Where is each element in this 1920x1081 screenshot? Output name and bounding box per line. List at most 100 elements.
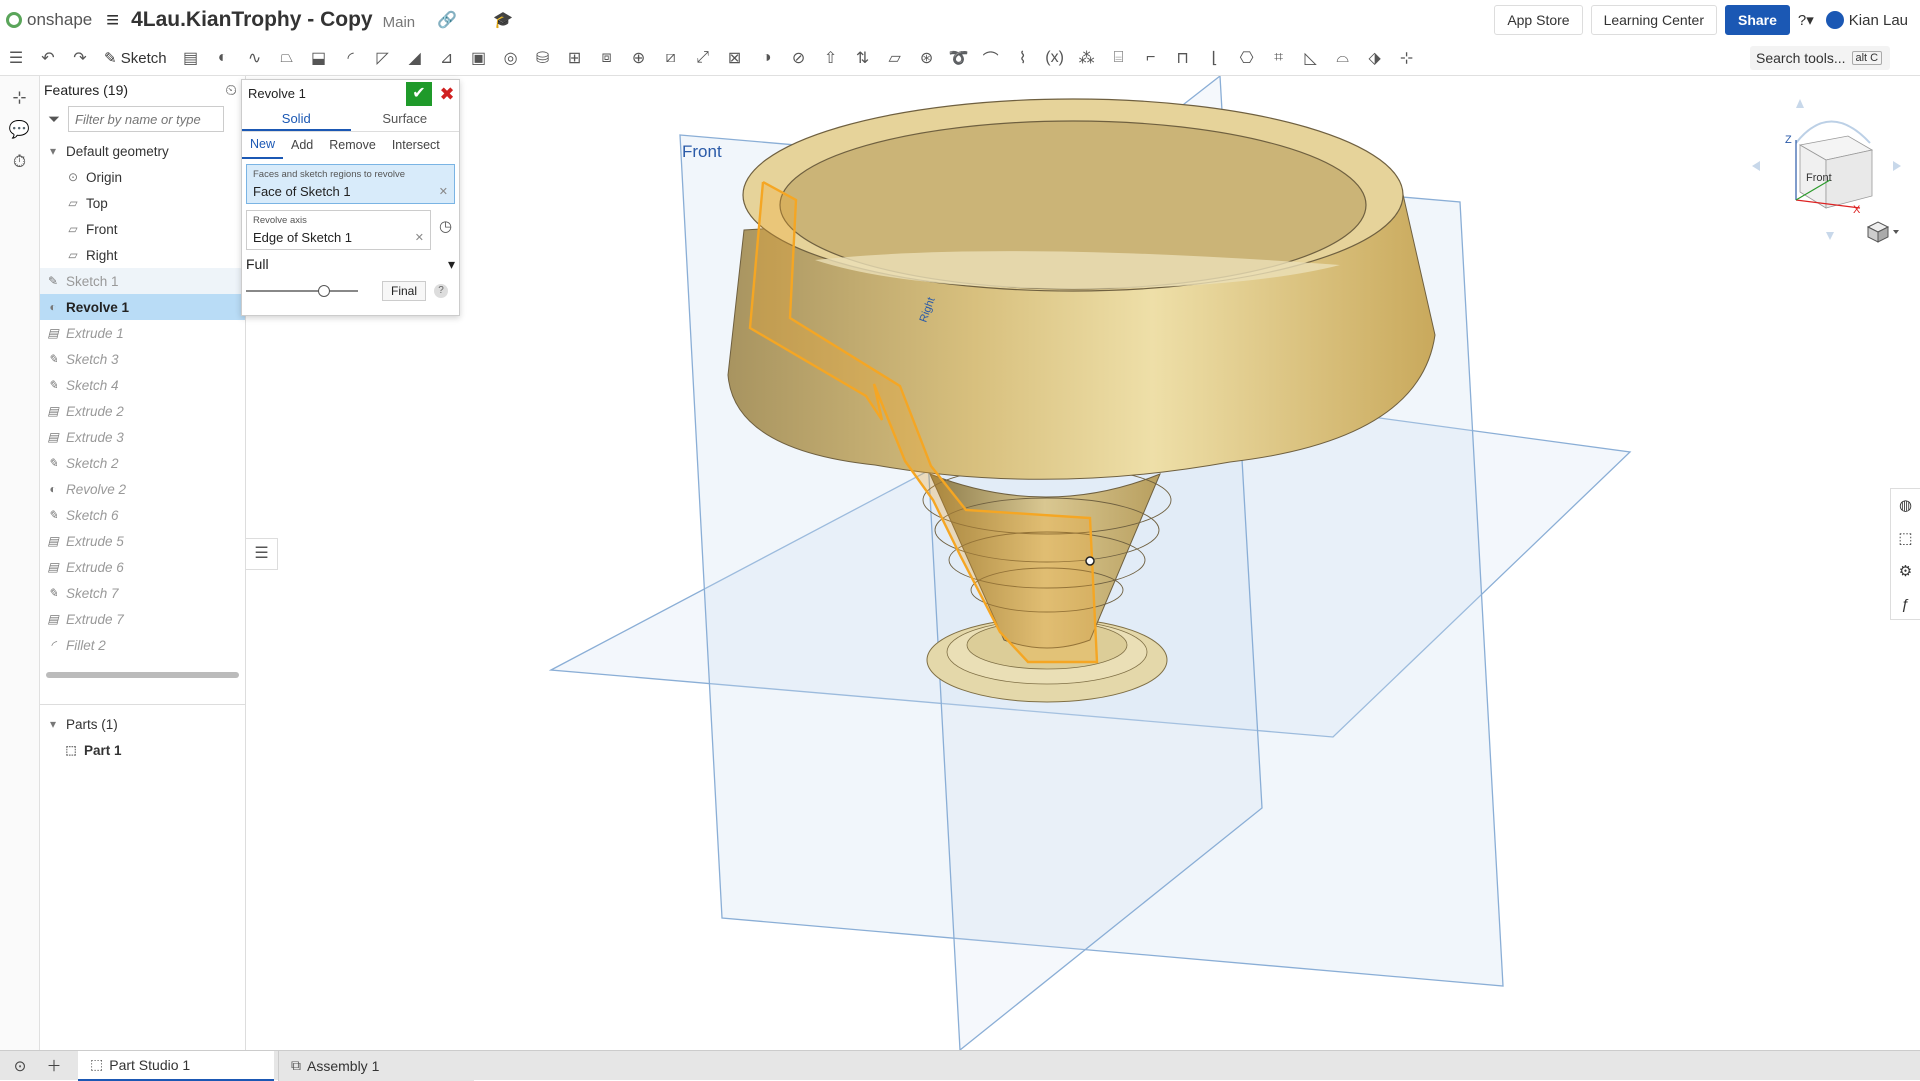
rib-icon[interactable]: ⊿ — [437, 48, 457, 68]
preview-slider[interactable] — [246, 285, 358, 297]
filter-icon[interactable]: ⏷ — [48, 111, 60, 128]
op-add[interactable]: Add — [283, 132, 321, 158]
mate-connector-icon[interactable]: ⊛ — [917, 48, 937, 68]
view-cube[interactable]: Front X Z — [1752, 99, 1901, 240]
tree-item-revolve-2[interactable]: ◐ Revolve 2 — [40, 476, 245, 502]
delete-part-icon[interactable]: ⊠ — [725, 48, 745, 68]
tree-item-sketch-1[interactable]: ✎ Sketch 1 — [40, 268, 245, 294]
boolean-icon[interactable]: ⊕ — [629, 48, 649, 68]
sweep-icon[interactable]: ∿ — [245, 48, 265, 68]
feature-filter-input[interactable] — [68, 106, 225, 132]
pattern-icon[interactable]: ⊞ — [565, 48, 585, 68]
sheet-metal-icon[interactable]: ⌸ — [1109, 49, 1129, 67]
tab-icon[interactable]: ⊓ — [1173, 48, 1193, 68]
tree-item-top[interactable]: ▱ Top — [40, 190, 245, 216]
default-geometry-group[interactable]: ▾ Default geometry — [40, 138, 245, 164]
thicken-icon[interactable]: ⬓ — [309, 48, 329, 68]
helix-icon[interactable]: ➰ — [949, 48, 969, 68]
parts-icon[interactable]: ⬚ — [1891, 522, 1920, 555]
tree-item-sketch-3[interactable]: ✎ Sketch 3 — [40, 346, 245, 372]
tree-item-right[interactable]: ▱ Right — [40, 242, 245, 268]
plane-icon[interactable]: ▱ — [885, 48, 905, 68]
shell-icon[interactable]: ▣ — [469, 48, 489, 68]
faces-selection-field[interactable]: Faces and sketch regions to revolve Face… — [246, 164, 455, 204]
add-custom-feature-icon[interactable]: ⊹ — [1397, 48, 1417, 68]
app-store-button[interactable]: App Store — [1494, 5, 1583, 35]
tree-item-extrude-1[interactable]: ▤ Extrude 1 — [40, 320, 245, 346]
extrude-icon[interactable]: ▤ — [181, 48, 201, 68]
cancel-x-icon[interactable]: ✖ — [438, 82, 456, 106]
hamburger-menu-icon[interactable]: ≡ — [106, 7, 119, 33]
loft-icon[interactable]: ⏢ — [277, 49, 297, 67]
document-title[interactable]: 4Lau.KianTrophy - Copy — [131, 8, 373, 32]
transform-icon[interactable]: ⤢ — [693, 49, 713, 67]
insert-feature-icon[interactable]: ⊹ — [0, 88, 39, 108]
graphics-viewport[interactable]: Front Right Front X Z — [246, 76, 1920, 1050]
appearance-icon[interactable]: ◍ — [1891, 489, 1920, 522]
link-icon[interactable]: 🔗 — [437, 10, 457, 30]
final-button[interactable]: Final — [382, 281, 427, 301]
search-tools-input[interactable]: Search tools... alt C — [1750, 46, 1890, 70]
rollback-bar[interactable] — [46, 672, 239, 678]
chamfer-icon[interactable]: ◸ — [373, 48, 393, 68]
feature-list-toggle-icon[interactable]: ☰ — [246, 538, 278, 570]
tree-item-extrude-3[interactable]: ▤ Extrude 3 — [40, 424, 245, 450]
op-new[interactable]: New — [242, 131, 284, 159]
rollback-icon[interactable]: ⏲ — [225, 82, 237, 99]
tree-item-sketch-2[interactable]: ✎ Sketch 2 — [40, 450, 245, 476]
cylinder-icon[interactable]: ⛁ — [533, 48, 553, 68]
clear-axis-icon[interactable]: ✕ — [415, 231, 424, 244]
gusset-icon[interactable]: ◺ — [1301, 48, 1321, 68]
feature-list-toggle-icon[interactable]: ☰ — [6, 48, 26, 68]
modify-fillet-icon[interactable]: ◑ — [757, 49, 777, 67]
op-remove[interactable]: Remove — [321, 132, 384, 158]
frame-icon[interactable]: ⌗ — [1269, 49, 1289, 67]
tab-manager-icon[interactable]: ⊙ — [6, 1057, 34, 1075]
tab-surface[interactable]: Surface — [351, 106, 460, 131]
move-face-icon[interactable]: ⇧ — [821, 48, 841, 68]
add-tab-icon[interactable]: ＋ — [40, 1055, 68, 1076]
revolve-icon[interactable]: ◐ — [213, 49, 233, 67]
replace-face-icon[interactable]: ⇅ — [853, 48, 873, 68]
fillet-icon[interactable]: ◜ — [341, 48, 361, 68]
tree-item-extrude-5[interactable]: ▤ Extrude 5 — [40, 528, 245, 554]
tree-item-extrude-7[interactable]: ▤ Extrude 7 — [40, 606, 245, 632]
tree-item-sketch-4[interactable]: ✎ Sketch 4 — [40, 372, 245, 398]
comments-icon[interactable]: 💬 — [0, 120, 39, 140]
help-menu[interactable]: ? ▾ — [1798, 11, 1814, 30]
tree-item-sketch-7[interactable]: ✎ Sketch 7 — [40, 580, 245, 606]
direction-toggle-icon[interactable]: ◷ — [439, 217, 452, 235]
variables-icon[interactable]: ƒ — [1891, 588, 1920, 621]
accept-check-icon[interactable]: ✔ — [406, 82, 432, 106]
slider-knob[interactable] — [318, 285, 331, 297]
tree-item-fillet-2[interactable]: ◜ Fillet 2 — [40, 632, 245, 658]
history-icon[interactable]: ⏱ — [0, 152, 39, 172]
tab-part-studio-1[interactable]: ⬚ Part Studio 1 — [78, 1050, 274, 1081]
delete-face-icon[interactable]: ⊘ — [789, 48, 809, 68]
graduation-cap-icon[interactable]: 🎓 — [493, 10, 513, 30]
mirror-icon[interactable]: ⧈ — [597, 49, 617, 67]
share-button[interactable]: Share — [1724, 5, 1790, 35]
tree-item-front[interactable]: ▱ Front — [40, 216, 245, 242]
revolve-type-select[interactable]: Full ▾ — [246, 256, 455, 273]
redo-icon[interactable]: ↷ — [70, 48, 90, 68]
flange-icon[interactable]: ⌐ — [1141, 49, 1161, 67]
hole-icon[interactable]: ◎ — [501, 48, 521, 68]
tab-solid[interactable]: Solid — [242, 106, 351, 131]
revolve-axis-field[interactable]: Revolve axis Edge of Sketch 1 ✕ — [246, 210, 431, 250]
form-icon[interactable]: ⎔ — [1237, 48, 1257, 68]
part-item[interactable]: ⬚ Part 1 — [40, 737, 245, 763]
composite-part-icon[interactable]: ⁂ — [1077, 48, 1097, 68]
surface-icon[interactable]: ⌓ — [1333, 49, 1353, 67]
tree-item-extrude-2[interactable]: ▤ Extrude 2 — [40, 398, 245, 424]
help-icon[interactable]: ? — [434, 284, 449, 298]
curve-icon[interactable]: ⌒ — [981, 46, 1001, 70]
bend-icon[interactable]: ⌊ — [1205, 48, 1225, 68]
tab-assembly-1[interactable]: ⧉ Assembly 1 — [278, 1050, 474, 1081]
branch-name[interactable]: Main — [383, 14, 416, 31]
user-menu[interactable]: Kian Lau — [1825, 11, 1908, 29]
draft-icon[interactable]: ◢ — [405, 48, 425, 68]
undo-icon[interactable]: ↶ — [38, 48, 58, 68]
tree-item-extrude-6[interactable]: ▤ Extrude 6 — [40, 554, 245, 580]
onshape-logo[interactable]: onshape — [6, 10, 92, 30]
